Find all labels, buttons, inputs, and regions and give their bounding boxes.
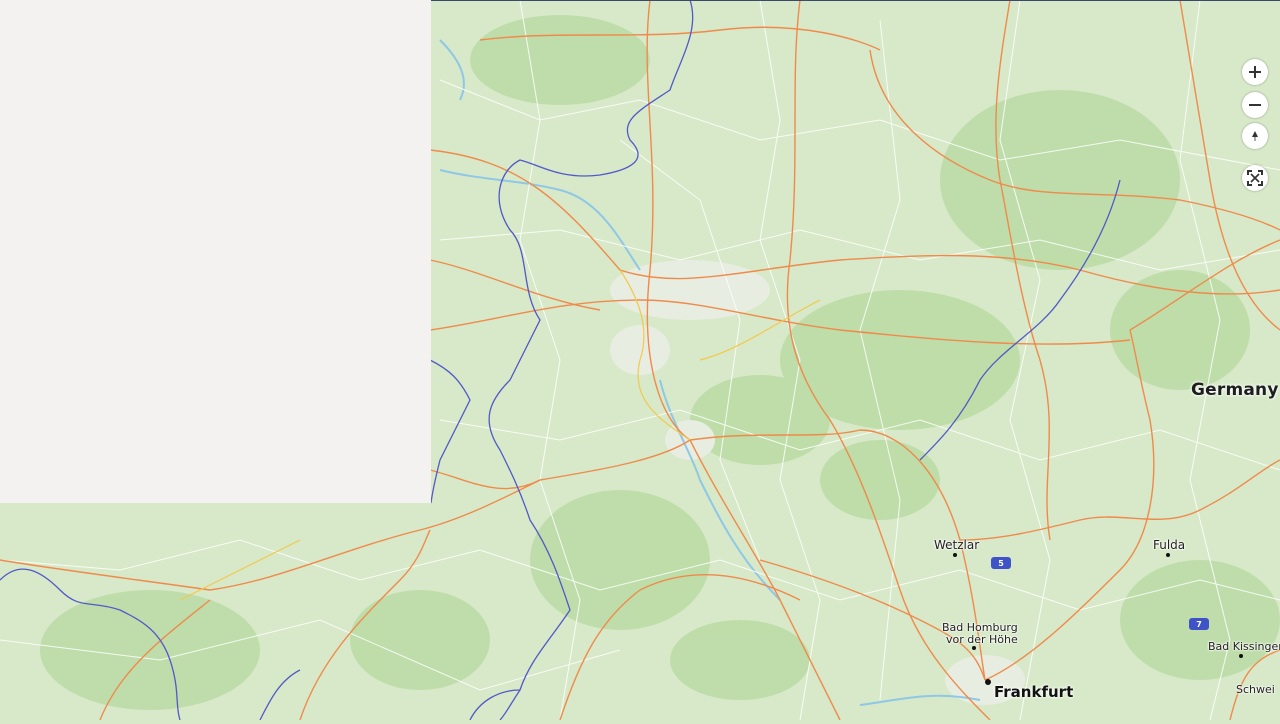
city-marker-wetzlar <box>953 553 957 557</box>
city-label-fulda: Fulda <box>1153 538 1186 552</box>
city-marker-fulda <box>1166 553 1170 557</box>
city-label-schweinfurt: Schwei <box>1236 683 1275 696</box>
city-label-frankfurt: Frankfurt <box>994 683 1074 701</box>
country-label-germany: Germany <box>1191 380 1279 400</box>
city-marker-bad-homburg <box>972 646 976 650</box>
city-label-bad-homburg-line2: vor der Höhe <box>946 633 1018 646</box>
city-marker-frankfurt <box>985 679 991 685</box>
compass-button[interactable] <box>1242 123 1268 149</box>
fullscreen-icon <box>1247 170 1263 186</box>
route-shield-7: 7 <box>1189 618 1209 630</box>
plus-icon <box>1249 66 1261 78</box>
side-panel <box>0 0 431 503</box>
fullscreen-button[interactable] <box>1242 165 1268 191</box>
city-label-bad-kissingen: Bad Kissingen <box>1208 640 1280 653</box>
zoom-in-button[interactable] <box>1242 59 1268 85</box>
city-label-wetzlar: Wetzlar <box>934 538 980 552</box>
city-marker-bad-kissingen <box>1239 654 1243 658</box>
route-shield-5: 5 <box>991 557 1011 569</box>
compass-north-icon <box>1252 131 1258 141</box>
zoom-out-button[interactable] <box>1242 92 1268 118</box>
minus-icon <box>1249 104 1261 106</box>
